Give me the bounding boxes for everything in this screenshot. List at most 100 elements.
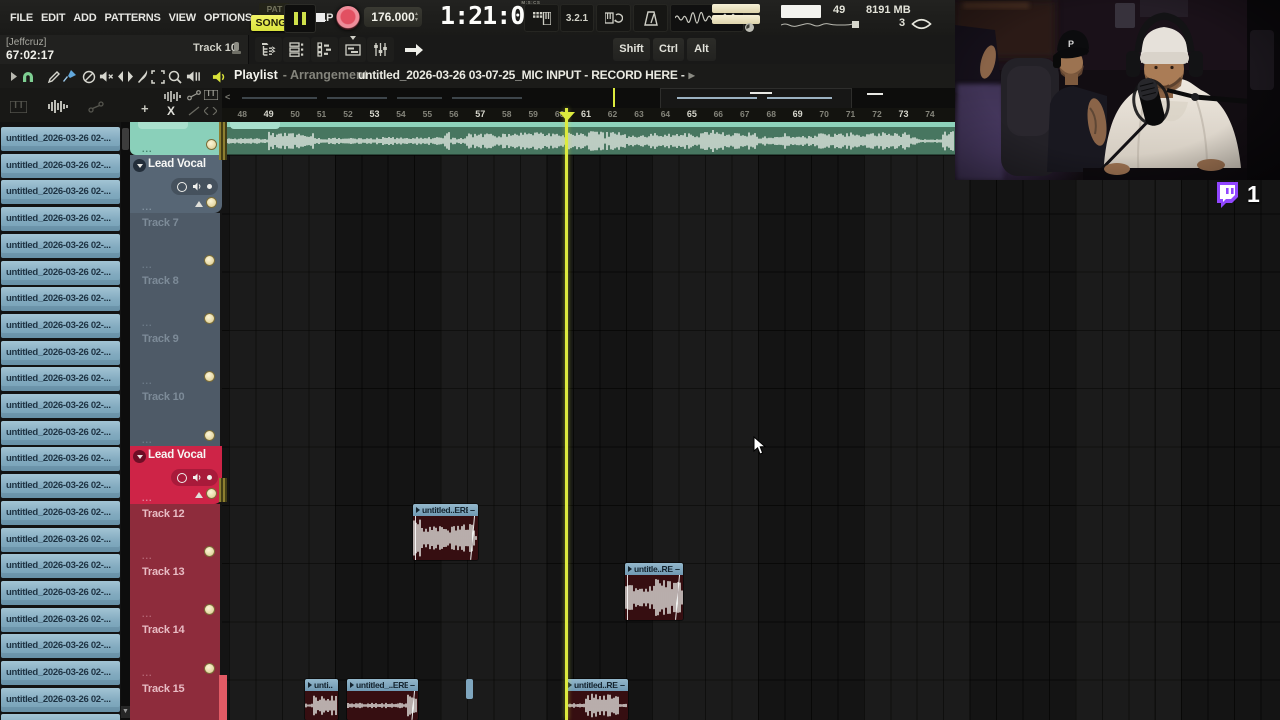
track-header-9[interactable]: Track 9 ... <box>130 329 220 387</box>
audio-preview-speaker-icon[interactable] <box>212 69 227 84</box>
track-header-7[interactable]: Track 7 ... <box>130 213 220 271</box>
browser-item[interactable]: untitled_2026-03-26 02-... <box>1 287 120 312</box>
expand-triangle[interactable] <box>195 492 203 498</box>
browser-item[interactable]: untitled_2026-03-26 02-... <box>1 634 120 659</box>
playlist-menu-arrow[interactable] <box>6 69 21 84</box>
track-controls[interactable] <box>171 469 218 486</box>
group-collapse-icon[interactable] <box>133 450 146 463</box>
clip-minimize[interactable]: – <box>470 505 475 515</box>
browser-item[interactable]: untitled_2026-03-26 02-... <box>1 500 120 525</box>
picker-add-button[interactable]: + <box>141 101 149 116</box>
browser-item[interactable]: untitled_2026-03-26 02-... <box>1 313 120 338</box>
track-select-dot[interactable] <box>206 488 217 499</box>
playback-preview-tool[interactable] <box>186 69 201 84</box>
mixer-panel-button[interactable] <box>367 37 394 62</box>
dot-icon[interactable] <box>207 475 213 480</box>
speaker-icon[interactable] <box>192 473 202 482</box>
slice-tool[interactable] <box>135 69 150 84</box>
browser-item[interactable]: untitled_2026-03-26 02-... <box>1 474 120 499</box>
track-select-dot[interactable] <box>204 430 215 441</box>
playlist-window-title[interactable]: Playlist - Arrangement <box>234 68 368 82</box>
record-arm-icon[interactable] <box>176 181 187 192</box>
browser-item[interactable]: untitled_2026-03-26 02-... <box>1 714 120 720</box>
audio-clip-a[interactable]: untitled..ERE – <box>413 504 478 560</box>
playhead-line[interactable] <box>565 108 568 720</box>
track-select-dot[interactable] <box>206 197 217 208</box>
mini-pattern-icon[interactable] <box>204 90 218 100</box>
track-header-lead-vocal-1[interactable]: Lead Vocal ... <box>130 155 222 213</box>
track-select-dot[interactable] <box>204 663 215 674</box>
playlist-panel-button[interactable] <box>339 36 366 62</box>
bar-beat-display[interactable]: 3.2.1 <box>560 4 594 32</box>
scrollbar-down-arrow[interactable]: ▼ <box>121 706 130 718</box>
paint-brush-tool[interactable] <box>62 69 77 84</box>
browser-panel-button[interactable] <box>255 37 282 62</box>
group-collapse-icon[interactable] <box>133 159 146 172</box>
shift-key-button[interactable]: Shift <box>613 38 650 61</box>
audio-clip-lead-vocal-main[interactable] <box>222 122 955 155</box>
browser-item[interactable]: untitled_2026-03-26 02-... <box>1 260 120 285</box>
clip-header[interactable]: untitle..RE – <box>625 563 683 575</box>
playlist-grid[interactable] <box>222 122 1280 720</box>
menu-patterns[interactable]: PATTERNS <box>101 12 165 24</box>
browser-item[interactable]: untitled_2026-03-26 02-... <box>1 207 120 232</box>
browser-item[interactable]: untitled_2026-03-26 02-... <box>1 233 120 258</box>
clip-header[interactable]: untitled..ERE – <box>413 504 478 516</box>
browser-item[interactable]: untitled_2026-03-26 02-... <box>1 661 120 685</box>
snap-magnet-icon-playlist[interactable] <box>20 69 35 84</box>
track-controls[interactable] <box>171 178 218 195</box>
browser-item[interactable]: untitled_2026-03-26 02-... <box>1 153 120 178</box>
browser-item[interactable]: untitled_2026-03-26 02-... <box>1 580 120 605</box>
mini-audio-icon[interactable] <box>163 91 183 102</box>
clip-header[interactable]: unti.. <box>305 679 338 691</box>
menu-view[interactable]: VIEW <box>165 12 200 24</box>
track-select-dot[interactable] <box>204 604 215 615</box>
picker-close-button[interactable]: X <box>167 104 175 118</box>
ctrl-key-button[interactable]: Ctrl <box>653 38 684 61</box>
track-header-10[interactable]: Track 10 ... <box>130 387 220 446</box>
typing-keyboard-to-piano-button[interactable] <box>524 4 559 32</box>
track-select-dot[interactable] <box>204 255 215 266</box>
delete-tool[interactable] <box>81 69 96 84</box>
clip-minimize[interactable]: – <box>410 680 415 690</box>
metronome-button[interactable] <box>633 4 668 32</box>
record-arm-icon[interactable] <box>176 472 187 483</box>
zoom-tool[interactable] <box>167 69 182 84</box>
clip-minimize[interactable]: – <box>620 680 625 690</box>
tempo-display[interactable]: 176.000 ▲ ▼ <box>364 7 422 27</box>
alt-key-button[interactable]: Alt <box>687 38 716 61</box>
menu-options[interactable]: OPTIONS <box>200 12 256 24</box>
browser-item[interactable]: untitled_2026-03-26 02-... <box>1 367 120 392</box>
piano-roll-button[interactable] <box>311 37 338 62</box>
continue-arrow-button[interactable] <box>398 37 430 62</box>
browser-item[interactable]: untitled_2026-03-26 02-... <box>1 340 120 365</box>
horizontal-fit-icon[interactable] <box>204 107 217 115</box>
track-header-12[interactable]: Track 12 ... <box>130 504 220 562</box>
browser-item[interactable]: untitled_2026-03-26 02-... <box>1 687 120 712</box>
audio-clip-c[interactable]: unti.. <box>305 679 338 720</box>
track-select-dot[interactable] <box>204 371 215 382</box>
record-button[interactable] <box>334 4 361 31</box>
clip-header[interactable]: untitled_..ERE – <box>347 679 418 691</box>
automation-tab-icon[interactable] <box>88 101 104 113</box>
browser-item[interactable]: untitled_2026-03-26 02-... <box>1 127 120 151</box>
track-header-14[interactable]: Track 14 ... <box>130 620 220 679</box>
scrollbar-thumb[interactable] <box>122 128 129 150</box>
menu-add[interactable]: ADD <box>69 12 100 24</box>
track-select-dot[interactable] <box>204 313 215 324</box>
stop-button[interactable] <box>310 4 330 31</box>
speaker-icon[interactable] <box>192 182 202 191</box>
draw-pencil-tool[interactable] <box>46 69 61 84</box>
diagonal-line-icon[interactable] <box>188 106 200 116</box>
audio-clip-sliver[interactable] <box>466 679 473 699</box>
song-title[interactable]: untitled_2026-03-26 03-07-25_MIC INPUT -… <box>358 68 695 82</box>
track-header-lead-vocal-2[interactable]: Lead Vocal ... <box>130 446 222 504</box>
browser-item[interactable]: untitled_2026-03-26 02-... <box>1 180 120 205</box>
patterns-tab-icon[interactable] <box>10 101 27 113</box>
mute-tool[interactable] <box>99 69 114 84</box>
browser-item[interactable]: untitled_2026-03-26 02-... <box>1 607 120 632</box>
navigator-collapse[interactable]: < <box>225 92 230 102</box>
mini-automation-icon[interactable] <box>187 90 201 101</box>
browser-item[interactable]: untitled_2026-03-26 02-... <box>1 394 120 418</box>
audio-clip-d[interactable]: untitled_..ERE – <box>347 679 418 720</box>
